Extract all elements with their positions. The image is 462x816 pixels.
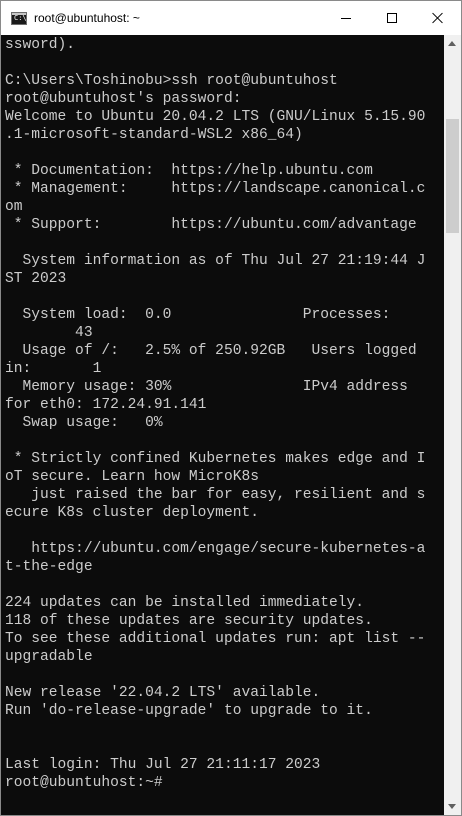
console-line: Welcome to Ubuntu 20.04.2 LTS (GNU/Linux… (5, 109, 426, 125)
console-line: System load: 0.0 Processes: (5, 307, 391, 323)
console-line: To see these additional updates run: apt… (5, 631, 426, 647)
console-line: 43 (5, 325, 93, 341)
console-line: https://ubuntu.com/engage/secure-kuberne… (5, 541, 426, 557)
console-lines: ssword). C:\Users\Toshinobu>ssh root@ubun… (5, 36, 425, 792)
title-bar[interactable]: C:\_ root@ubuntuhost: ~ (1, 1, 461, 35)
scroll-thumb[interactable] (446, 119, 459, 233)
console-line: Swap usage: 0% (5, 415, 163, 431)
scroll-down-button[interactable] (444, 798, 461, 815)
scroll-down-arrow-icon (448, 804, 456, 809)
terminal-window: C:\_ root@ubuntuhost: ~ ssword). C:\Users… (0, 0, 462, 816)
window-title: root@ubuntuhost: ~ (34, 11, 140, 25)
console-line: ST 2023 (5, 271, 67, 287)
console-line: Run 'do-release-upgrade' to upgrade to i… (5, 703, 373, 719)
scroll-up-arrow-icon (448, 41, 456, 46)
console-line: ssword). (5, 37, 76, 53)
console-line: for eth0: 172.24.91.141 (5, 397, 207, 413)
terminal-icon[interactable]: C:\_ (11, 12, 31, 25)
minimize-icon (341, 18, 351, 19)
close-icon (432, 12, 444, 24)
console-line: t-the-edge (5, 559, 93, 575)
console-line: Usage of /: 2.5% of 250.92GB Users logge… (5, 343, 417, 359)
vertical-scrollbar[interactable] (444, 35, 461, 815)
console-output[interactable]: ssword). C:\Users\Toshinobu>ssh root@ubun… (1, 35, 444, 815)
console-line: New release '22.04.2 LTS' available. (5, 685, 321, 701)
console-line: upgradable (5, 649, 93, 665)
console-line: om (5, 199, 23, 215)
console-line: just raised the bar for easy, resilient … (5, 487, 426, 503)
minimize-button[interactable] (323, 1, 369, 34)
console-line: C:\Users\Toshinobu>ssh root@ubuntuhost (5, 73, 338, 89)
maximize-button[interactable] (369, 1, 415, 34)
console-line: root@ubuntuhost's password: (5, 91, 242, 107)
console-line: oT secure. Learn how MicroK8s (5, 469, 259, 485)
console-line: .1-microsoft-standard-WSL2 x86_64) (5, 127, 303, 143)
console-line: Memory usage: 30% IPv4 address (5, 379, 408, 395)
console-line: in: 1 (5, 361, 102, 377)
console-line: * Strictly confined Kubernetes makes edg… (5, 451, 426, 467)
console-line: ecure K8s cluster deployment. (5, 505, 259, 521)
console-line: root@ubuntuhost:~# (5, 775, 163, 791)
console-line: * Support: https://ubuntu.com/advantage (5, 217, 417, 233)
console-line: 118 of these updates are security update… (5, 613, 373, 629)
console-line: Last login: Thu Jul 27 21:11:17 2023 (5, 757, 321, 773)
maximize-icon (387, 13, 397, 23)
scroll-up-button[interactable] (444, 35, 461, 52)
console-line: * Documentation: https://help.ubuntu.com (5, 163, 373, 179)
console-line: System information as of Thu Jul 27 21:1… (5, 253, 426, 269)
close-button[interactable] (415, 1, 461, 34)
console-line: 224 updates can be installed immediately… (5, 595, 365, 611)
console-line: * Management: https://landscape.canonica… (5, 181, 426, 197)
